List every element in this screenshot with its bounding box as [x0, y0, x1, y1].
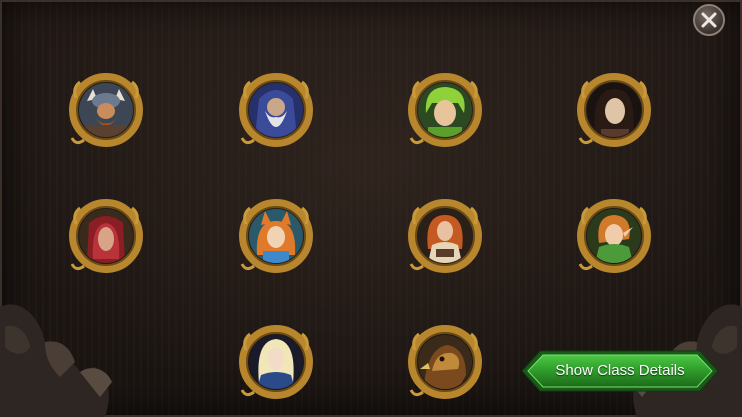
close-button[interactable] — [693, 4, 725, 36]
red-haired-maiden-face — [418, 209, 472, 263]
dwarf-viking-face — [79, 83, 133, 137]
class-portrait-griffin[interactable] — [405, 322, 485, 402]
blond-elf-knight-face — [249, 335, 303, 389]
class-portrait-fox-eared-girl[interactable] — [236, 196, 316, 276]
fox-eared-girl-face — [249, 209, 303, 263]
class-portrait-blond-elf-knight[interactable] — [236, 322, 316, 402]
old-wizard-face — [249, 83, 303, 137]
dark-haired-man-face — [587, 83, 641, 137]
red-hooded-figure-face — [79, 209, 133, 263]
close-icon — [701, 12, 717, 28]
class-portrait-dark-haired-man[interactable] — [574, 70, 654, 150]
green-haired-youth-face — [418, 83, 472, 137]
class-portrait-green-haired-youth[interactable] — [405, 70, 485, 150]
class-portrait-old-wizard[interactable] — [236, 70, 316, 150]
class-portrait-elf-archer[interactable] — [574, 196, 654, 276]
class-portrait-red-hooded-figure[interactable] — [66, 196, 146, 276]
class-portrait-red-haired-maiden[interactable] — [405, 196, 485, 276]
show-class-details-button[interactable]: Show Class Details — [520, 348, 720, 394]
show-class-details-label: Show Class Details — [555, 362, 685, 379]
class-portrait-dwarf-viking[interactable] — [66, 70, 146, 150]
elf-archer-face — [587, 209, 641, 263]
griffin-face — [418, 335, 472, 389]
